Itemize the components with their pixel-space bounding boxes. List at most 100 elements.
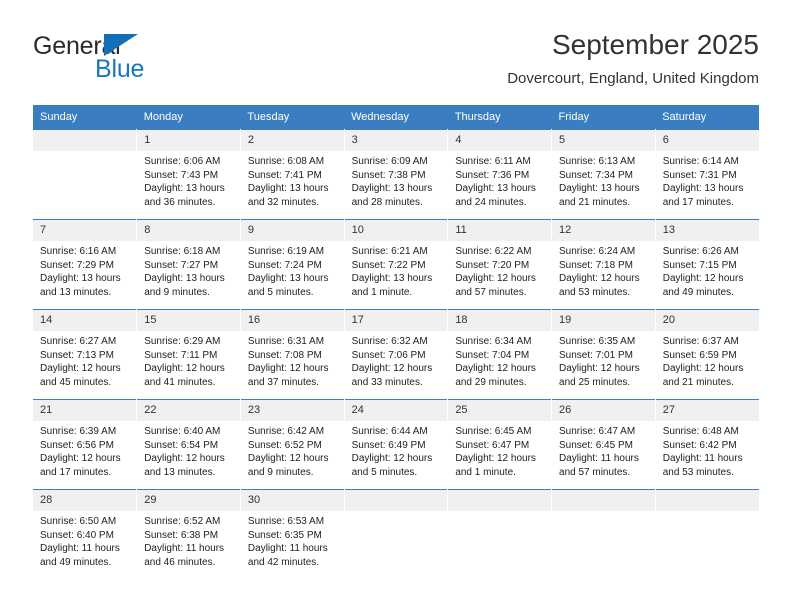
daylight-duration-line1: Daylight: 12 hours bbox=[455, 273, 536, 284]
day-details: Sunrise: 6:21 AM Sunset: 7:22 PM Daylight:… bbox=[345, 241, 448, 299]
day-details: Sunrise: 6:31 AM Sunset: 7:08 PM Daylight:… bbox=[241, 331, 344, 389]
daylight-duration-line2: and 21 minutes. bbox=[662, 376, 734, 388]
daylight-duration-line1: Daylight: 13 hours bbox=[455, 183, 536, 194]
day-details: Sunrise: 6:06 AM Sunset: 7:43 PM Daylight:… bbox=[137, 151, 240, 209]
calendar-day-cell-empty bbox=[655, 489, 759, 579]
day-number: 3 bbox=[344, 130, 448, 151]
calendar-day-cell[interactable]: 12 Sunrise: 6:24 AM Sunset: 7:18 PM Dayligh… bbox=[551, 219, 656, 310]
sunset-time: Sunset: 6:47 PM bbox=[455, 439, 530, 451]
day-number bbox=[552, 490, 655, 511]
page-header: General Blue September 2025 Dovercourt, … bbox=[33, 28, 759, 98]
daylight-duration-line2: and 13 minutes. bbox=[144, 466, 216, 478]
calendar-day-cell[interactable]: 13 Sunrise: 6:26 AM Sunset: 7:15 PM Dayligh… bbox=[655, 219, 759, 310]
day-number: 8 bbox=[137, 220, 240, 241]
calendar-day-cell[interactable]: 28 Sunrise: 6:50 AM Sunset: 6:40 PM Dayligh… bbox=[33, 489, 138, 579]
sunrise-time: Sunrise: 6:50 AM bbox=[40, 516, 117, 527]
calendar-day-cell[interactable]: 10 Sunrise: 6:21 AM Sunset: 7:22 PM Dayligh… bbox=[344, 219, 449, 310]
calendar-day-cell[interactable]: 8 Sunrise: 6:18 AM Sunset: 7:27 PM Daylight… bbox=[136, 219, 241, 310]
day-details: Sunrise: 6:08 AM Sunset: 7:41 PM Daylight:… bbox=[241, 151, 344, 209]
calendar-day-cell[interactable]: 6 Sunrise: 6:14 AM Sunset: 7:31 PM Daylight… bbox=[655, 129, 759, 220]
calendar-day-cell[interactable]: 1 Sunrise: 6:06 AM Sunset: 7:43 PM Daylight… bbox=[136, 129, 241, 220]
daylight-duration-line1: Daylight: 12 hours bbox=[559, 363, 640, 374]
daylight-duration-line2: and 28 minutes. bbox=[351, 196, 423, 208]
sunrise-time: Sunrise: 6:31 AM bbox=[247, 336, 325, 347]
sunset-time: Sunset: 7:43 PM bbox=[144, 169, 219, 181]
daylight-duration-line2: and 13 minutes. bbox=[40, 286, 112, 298]
daylight-duration-line1: Daylight: 11 hours bbox=[144, 543, 225, 554]
calendar-day-cell[interactable]: 25 Sunrise: 6:45 AM Sunset: 6:47 PM Dayligh… bbox=[447, 399, 553, 490]
day-details: Sunrise: 6:11 AM Sunset: 7:36 PM Daylight:… bbox=[448, 151, 551, 209]
day-number: 12 bbox=[552, 220, 655, 241]
calendar-day-cell[interactable]: 4 Sunrise: 6:11 AM Sunset: 7:36 PM Daylight… bbox=[447, 129, 553, 220]
day-details: Sunrise: 6:52 AM Sunset: 6:38 PM Daylight:… bbox=[137, 511, 240, 569]
calendar-day-cell[interactable]: 15 Sunrise: 6:29 AM Sunset: 7:11 PM Dayligh… bbox=[136, 309, 241, 400]
calendar-day-cell[interactable]: 11 Sunrise: 6:22 AM Sunset: 7:20 PM Dayligh… bbox=[447, 219, 553, 310]
day-details: Sunrise: 6:50 AM Sunset: 6:40 PM Daylight:… bbox=[33, 511, 136, 569]
sunset-time: Sunset: 7:27 PM bbox=[144, 259, 219, 271]
daylight-duration-line1: Daylight: 12 hours bbox=[40, 453, 121, 464]
sunrise-time: Sunrise: 6:14 AM bbox=[662, 156, 739, 167]
sunrise-time: Sunrise: 6:09 AM bbox=[351, 156, 428, 167]
sunrise-time: Sunrise: 6:06 AM bbox=[144, 156, 221, 167]
calendar-day-cell[interactable]: 20 Sunrise: 6:37 AM Sunset: 6:59 PM Dayligh… bbox=[655, 309, 759, 400]
weekday-header-sunday: Sunday bbox=[33, 105, 137, 130]
calendar-day-cell[interactable]: 22 Sunrise: 6:40 AM Sunset: 6:54 PM Dayligh… bbox=[136, 399, 241, 490]
daylight-duration-line2: and 49 minutes. bbox=[40, 556, 112, 568]
logo-triangle-icon bbox=[104, 34, 138, 56]
calendar-day-cell[interactable]: 7 Sunrise: 6:16 AM Sunset: 7:29 PM Daylight… bbox=[33, 219, 138, 310]
sunset-time: Sunset: 6:40 PM bbox=[40, 529, 114, 541]
sunrise-time: Sunrise: 6:11 AM bbox=[455, 156, 531, 167]
daylight-duration-line2: and 5 minutes. bbox=[351, 466, 418, 478]
calendar-day-cell[interactable]: 24 Sunrise: 6:44 AM Sunset: 6:49 PM Dayligh… bbox=[344, 399, 449, 490]
daylight-duration-line1: Daylight: 13 hours bbox=[247, 273, 329, 284]
sunrise-time: Sunrise: 6:39 AM bbox=[40, 426, 117, 437]
day-details: Sunrise: 6:19 AM Sunset: 7:24 PM Daylight:… bbox=[241, 241, 344, 299]
calendar-day-cell[interactable]: 14 Sunrise: 6:27 AM Sunset: 7:13 PM Dayligh… bbox=[33, 309, 138, 400]
day-details: Sunrise: 6:18 AM Sunset: 7:27 PM Daylight:… bbox=[137, 241, 240, 299]
day-number: 30 bbox=[240, 490, 344, 511]
calendar-day-cell[interactable]: 21 Sunrise: 6:39 AM Sunset: 6:56 PM Dayligh… bbox=[33, 399, 138, 490]
daylight-duration-line1: Daylight: 12 hours bbox=[40, 363, 121, 374]
general-blue-logo[interactable]: General Blue bbox=[33, 32, 233, 88]
daylight-duration-line2: and 53 minutes. bbox=[559, 286, 631, 298]
calendar-day-cell[interactable]: 30 Sunrise: 6:53 AM Sunset: 6:35 PM Dayligh… bbox=[240, 489, 345, 579]
calendar-day-cell[interactable]: 5 Sunrise: 6:13 AM Sunset: 7:34 PM Daylight… bbox=[551, 129, 656, 220]
sunrise-time: Sunrise: 6:29 AM bbox=[144, 336, 221, 347]
day-number: 21 bbox=[33, 400, 137, 421]
daylight-duration-line2: and 17 minutes. bbox=[40, 466, 112, 478]
calendar-day-cell[interactable]: 16 Sunrise: 6:31 AM Sunset: 7:08 PM Dayligh… bbox=[240, 309, 345, 400]
calendar-day-cell[interactable]: 3 Sunrise: 6:09 AM Sunset: 7:38 PM Daylight… bbox=[344, 129, 449, 220]
calendar-day-cell[interactable]: 17 Sunrise: 6:32 AM Sunset: 7:06 PM Dayligh… bbox=[344, 309, 449, 400]
daylight-duration-line1: Daylight: 12 hours bbox=[144, 453, 225, 464]
calendar-day-cell[interactable]: 19 Sunrise: 6:35 AM Sunset: 7:01 PM Dayligh… bbox=[551, 309, 656, 400]
calendar-week-row: 7 Sunrise: 6:16 AM Sunset: 7:29 PM Daylight… bbox=[33, 219, 759, 310]
daylight-duration-line2: and 42 minutes. bbox=[247, 556, 320, 568]
sunrise-time: Sunrise: 6:19 AM bbox=[247, 246, 325, 257]
daylight-duration-line2: and 25 minutes. bbox=[559, 376, 631, 388]
calendar-day-cell-empty bbox=[551, 489, 656, 579]
day-number: 28 bbox=[33, 490, 137, 511]
sunrise-time: Sunrise: 6:18 AM bbox=[144, 246, 221, 257]
sunrise-time: Sunrise: 6:52 AM bbox=[144, 516, 221, 527]
calendar-day-cell[interactable]: 2 Sunrise: 6:08 AM Sunset: 7:41 PM Daylight… bbox=[240, 129, 345, 220]
calendar-day-cell[interactable]: 26 Sunrise: 6:47 AM Sunset: 6:45 PM Dayligh… bbox=[551, 399, 656, 490]
day-details: Sunrise: 6:35 AM Sunset: 7:01 PM Daylight:… bbox=[552, 331, 655, 389]
calendar-page: General Blue September 2025 Dovercourt, … bbox=[0, 0, 792, 612]
sunrise-time: Sunrise: 6:48 AM bbox=[662, 426, 739, 437]
day-number: 13 bbox=[655, 220, 759, 241]
sunset-time: Sunset: 7:24 PM bbox=[247, 259, 322, 271]
day-details: Sunrise: 6:09 AM Sunset: 7:38 PM Daylight:… bbox=[345, 151, 448, 209]
calendar-day-cell[interactable]: 27 Sunrise: 6:48 AM Sunset: 6:42 PM Dayligh… bbox=[655, 399, 759, 490]
day-details: Sunrise: 6:29 AM Sunset: 7:11 PM Daylight:… bbox=[137, 331, 240, 389]
sunset-time: Sunset: 7:01 PM bbox=[559, 349, 633, 361]
calendar-day-cell[interactable]: 18 Sunrise: 6:34 AM Sunset: 7:04 PM Dayligh… bbox=[447, 309, 553, 400]
sunrise-time: Sunrise: 6:42 AM bbox=[247, 426, 325, 437]
calendar-day-cell[interactable]: 23 Sunrise: 6:42 AM Sunset: 6:52 PM Dayligh… bbox=[240, 399, 345, 490]
day-number: 15 bbox=[137, 310, 240, 331]
calendar-day-cell[interactable]: 29 Sunrise: 6:52 AM Sunset: 6:38 PM Dayligh… bbox=[136, 489, 241, 579]
calendar-day-cell-empty bbox=[33, 129, 138, 220]
calendar-day-cell[interactable]: 9 Sunrise: 6:19 AM Sunset: 7:24 PM Daylight… bbox=[240, 219, 345, 310]
day-number: 29 bbox=[137, 490, 240, 511]
sunrise-time: Sunrise: 6:08 AM bbox=[247, 156, 325, 167]
day-details: Sunrise: 6:47 AM Sunset: 6:45 PM Daylight:… bbox=[552, 421, 655, 479]
